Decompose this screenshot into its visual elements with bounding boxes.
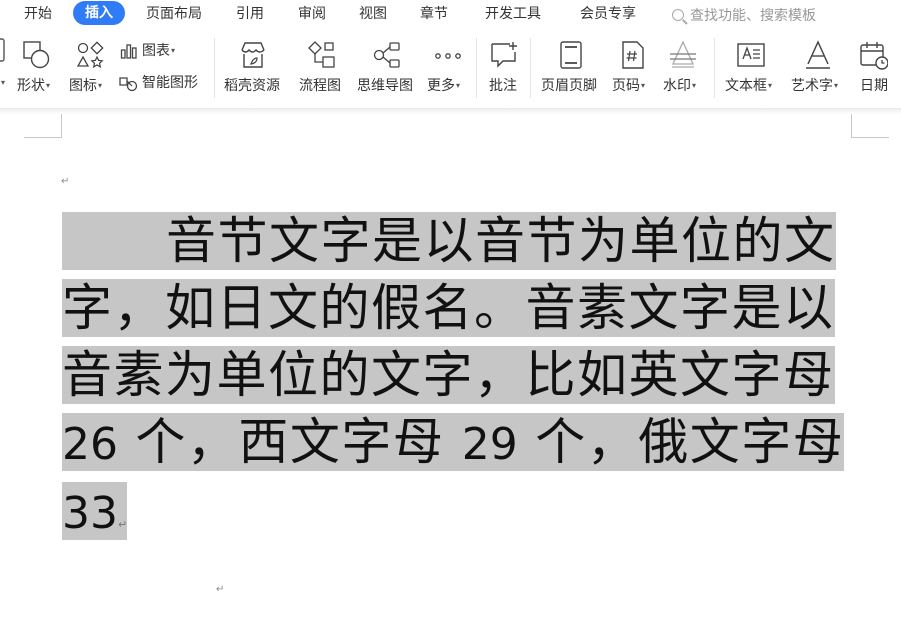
bar-chart-icon	[120, 44, 137, 59]
smart-graphic-button[interactable]: 智能图形	[118, 72, 210, 94]
text-box-button[interactable]: 文本框▾	[722, 36, 782, 98]
ribbon-separator	[714, 38, 715, 98]
watermark-icon	[670, 40, 696, 68]
ribbon-separator	[214, 38, 215, 98]
text-box-label: 文本框	[725, 78, 767, 94]
more-button[interactable]: 更多▾	[424, 36, 472, 98]
ribbon-separator	[476, 38, 477, 98]
number-26: 26	[62, 419, 118, 470]
partial-button-left[interactable]	[0, 36, 6, 66]
more-label: 更多	[427, 78, 455, 94]
search-icon	[672, 9, 684, 21]
docer-resources-button[interactable]: 稻壳资源	[222, 36, 286, 98]
chart-button[interactable]: 图表▾	[118, 40, 194, 62]
tab-page-layout[interactable]: 页面布局	[146, 6, 202, 22]
icon-label: 图标	[69, 78, 97, 94]
text-box-icon	[737, 43, 765, 67]
text-line-3: 个，俄文字母	[517, 413, 845, 471]
header-footer-button[interactable]: 页眉页脚	[538, 36, 604, 98]
tab-member-exclusive[interactable]: 会员专享	[580, 6, 636, 22]
date-label: 日期	[860, 78, 888, 94]
document-area[interactable]: ↵ 音节文字是以音节为单位的文字，如日文的假名。音素文字是以音素为单位的文字，比…	[0, 114, 901, 637]
flowchart-icon	[308, 41, 335, 68]
tab-insert[interactable]: 插入	[73, 1, 125, 25]
mind-map-label: 思维导图	[357, 78, 413, 94]
paragraph-mark-icon: ↵	[118, 518, 128, 531]
page-number-icon	[622, 41, 644, 69]
date-button[interactable]: 日期	[856, 36, 901, 98]
chart-label: 图表	[142, 43, 170, 59]
page-margin-corner-right	[851, 114, 889, 138]
partial-caret: ▾	[1, 78, 6, 87]
search-placeholder: 查找功能、搜索模板	[690, 8, 816, 24]
page-margin-corner-left	[24, 114, 62, 138]
docer-resources-label: 稻壳资源	[224, 78, 280, 94]
tab-references[interactable]: 引用	[236, 6, 264, 22]
number-29: 29	[461, 419, 518, 470]
comment-label: 批注	[489, 78, 517, 94]
paragraph-mark-icon: ↵	[61, 176, 70, 187]
word-art-button[interactable]: 艺术字▾	[788, 36, 850, 98]
shape-label: 形状	[17, 78, 45, 94]
page-number-button[interactable]: 页码▾	[610, 36, 658, 98]
flowchart-label: 流程图	[299, 78, 341, 94]
shape-button[interactable]: 形状▾	[14, 36, 62, 98]
shape-icon	[23, 41, 50, 69]
page-number-label: 页码	[612, 78, 640, 94]
text-line-2: 个，西文字母	[118, 413, 462, 471]
partial-icon	[0, 38, 5, 62]
text-line-1: 音节文字是以音节为单位的文字，如日文的假名。音素文字是以音素为单位的文字，比如英…	[62, 212, 836, 404]
word-art-icon	[806, 40, 830, 69]
calendar-clock-icon	[860, 42, 888, 70]
mind-map-icon	[373, 42, 400, 68]
number-33: 33	[62, 488, 118, 539]
selected-paragraph[interactable]: 音节文字是以音节为单位的文字，如日文的假名。音素文字是以音素为单位的文字，比如英…	[62, 208, 852, 558]
tab-home[interactable]: 开始	[24, 6, 52, 22]
watermark-button[interactable]: 水印▾	[660, 36, 708, 98]
ribbon-separator	[530, 38, 531, 98]
icon-button[interactable]: 图标▾	[66, 36, 114, 98]
icon-library-icon	[76, 41, 104, 69]
paragraph-mark-icon: ↵	[216, 584, 225, 595]
comment-button[interactable]: 批注	[482, 36, 526, 98]
watermark-label: 水印	[663, 78, 691, 94]
comment-icon	[491, 42, 517, 68]
tab-view[interactable]: 视图	[359, 6, 387, 22]
smart-graphic-label: 智能图形	[142, 75, 198, 91]
insert-ribbon: ▾ 形状▾ 图标▾ 图表▾ 智能图形 稻壳资源 流程图 思维导图 更多▾ 批注 …	[0, 28, 901, 108]
smart-graphic-icon	[119, 77, 138, 92]
menu-bar: 开始 插入 页面布局 引用 审阅 视图 章节 开发工具 会员专享 查找功能、搜索…	[0, 0, 901, 28]
word-art-label: 艺术字	[791, 78, 833, 94]
header-footer-label: 页眉页脚	[541, 78, 597, 94]
tab-developer-tools[interactable]: 开发工具	[485, 6, 541, 22]
more-dots-icon	[435, 53, 461, 59]
mind-map-button[interactable]: 思维导图	[354, 36, 420, 98]
search-box[interactable]: 查找功能、搜索模板	[672, 5, 816, 25]
header-footer-icon	[560, 41, 582, 69]
tab-review[interactable]: 审阅	[298, 6, 326, 22]
shop-icon	[241, 42, 265, 68]
flowchart-button[interactable]: 流程图	[296, 36, 348, 98]
tab-chapter[interactable]: 章节	[420, 6, 448, 22]
